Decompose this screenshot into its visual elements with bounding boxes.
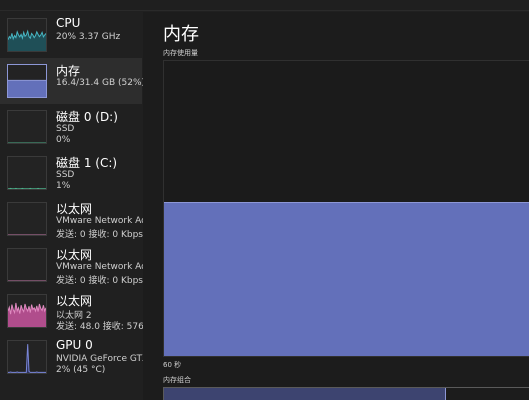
sidebar-item-stat: 发送: 48.0 接收: 576 Kb [56,322,144,332]
time-span-label: 60 秒 [163,361,182,369]
page-title: 内存 [163,24,199,45]
sidebar-item-title: 以太网 [56,294,93,308]
sidebar-item-stat: 0% [56,135,71,145]
memory-usage-fill [164,201,529,356]
sidebar-item-graph [7,248,47,282]
sidebar-item-graph [7,340,47,374]
title-bar [0,0,529,11]
sidebar-item-detail: SSD [56,170,75,180]
sidebar-item-disk-1[interactable]: 磁盘 1 (C:) SSD 1% [0,150,142,196]
sidebar-item-detail: VMware Network Ad… [56,262,144,272]
sidebar-item-stat: 1% [56,181,71,191]
sidebar-item-title: CPU [56,16,81,30]
sidebar-item-stat: 发送: 0 接收: 0 Kbps [56,230,143,240]
sidebar-item-title: 内存 [56,64,81,78]
sidebar-item-stat: 发送: 0 接收: 0 Kbps [56,276,143,286]
sidebar-item-cpu[interactable]: CPU 20% 3.37 GHz [0,12,142,58]
sidebar-item-detail: NVIDIA GeForce GTX … [56,354,144,364]
sidebar-item-title: 磁盘 1 (C:) [56,156,118,170]
memory-composition-bar [163,387,529,400]
sidebar-item-ethernet-2[interactable]: 以太网VMware Network Ad… 发送: 0 接收: 0 Kbps [0,242,144,288]
sidebar-item-title: 以太网 [56,248,93,262]
sidebar-item-graph [7,202,47,236]
sidebar-item-graph [7,18,47,52]
sidebar-graph-line [8,344,46,373]
sidebar-item-stat: 2% (45 °C) [56,365,106,375]
memory-detail-panel: 内存 内存使用量 60 秒 内存组合 [143,12,529,400]
sidebar-item-detail: VMware Network Ad… [56,216,144,226]
sidebar-graph-area [8,80,46,97]
sidebar-item-detail: 20% 3.37 GHz [56,32,121,42]
sidebar-item-title: 磁盘 0 (D:) [56,110,118,124]
sidebar-item-title: GPU 0 [56,338,93,352]
performance-sidebar: CPU 20% 3.37 GHz 内存 16.4/31.4 GB (52%) 磁盘 0 … [0,12,144,400]
sidebar-item-ethernet-1[interactable]: 以太网VMware Network Ad… 发送: 0 接收: 0 Kbps [0,196,144,242]
sidebar-item-graph [7,64,47,98]
sidebar-item-gpu-0[interactable]: GPU 0 NVIDIA GeForce GTX …2% (45 °C) [0,334,144,380]
sidebar-item-title: 以太网 [56,202,93,216]
sidebar-item-memory[interactable]: 内存 16.4/31.4 GB (52%) [0,58,144,104]
sidebar-item-detail: 16.4/31.4 GB (52%) [56,78,144,88]
sidebar-item-ethernet-3[interactable]: 以太网以太网 2发送: 48.0 接收: 576 Kb [0,288,144,334]
memory-composition-in-use [164,388,447,400]
sidebar-item-disk-0[interactable]: 磁盘 0 (D:) SSD 0% [0,104,142,150]
memory-usage-graph [163,60,529,357]
sidebar-item-graph [7,110,47,144]
memory-usage-label: 内存使用量 [163,49,198,57]
sidebar-item-graph [7,294,47,328]
memory-composition-label: 内存组合 [163,376,191,384]
sidebar-item-graph [7,156,47,190]
sidebar-item-detail: SSD [56,124,75,134]
